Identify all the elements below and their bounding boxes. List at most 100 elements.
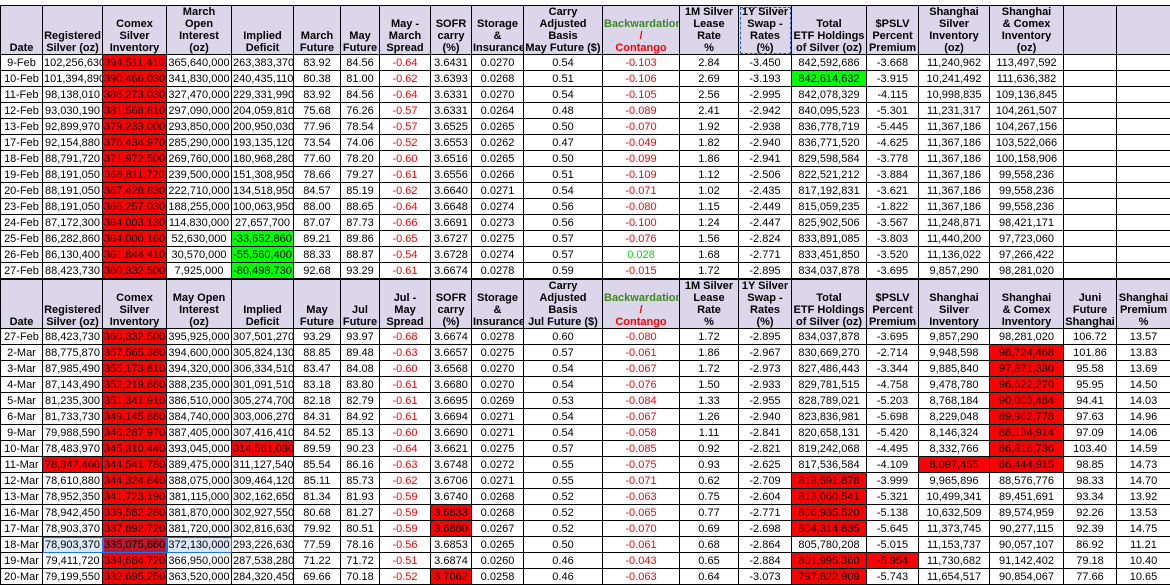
cell-comex-inventory[interactable]: 344,324,840 [103,473,167,489]
cell-storage-insurance[interactable]: 0.0267 [472,521,524,537]
cell-registered-silver[interactable]: 101,394,890 [43,71,103,87]
cell-shanghai-inventory[interactable]: 10,241,492 [919,71,990,87]
cell-lease-rate-1m[interactable]: 0.62 [680,473,739,489]
column-header-lease-rate-1m[interactable]: 1M Silver Lease Rate % [680,280,739,329]
cell-swap-rate-1y[interactable]: -2.933 [739,377,792,393]
cell-pslv-premium[interactable]: -1.822 [867,199,919,215]
cell-front-future[interactable]: 92.68 [294,263,341,279]
cell-open-interest[interactable]: 366,950,000 [167,553,232,569]
cell-juni-future-shanghai[interactable] [1064,71,1117,87]
cell-shanghai-premium[interactable]: 10.65 [1117,569,1170,585]
column-header-open-interest[interactable]: March Open Interest (oz) [167,6,232,55]
cell-comex-inventory[interactable]: 371,972,500 [103,151,167,167]
cell-pslv-premium[interactable]: -3.567 [867,215,919,231]
cell-date[interactable]: 27-Feb [1,263,43,279]
cell-storage-insurance[interactable]: 0.0262 [472,135,524,151]
cell-implied-deficit[interactable]: 301,091,510 [232,377,294,393]
cell-backwardation-contango[interactable]: -0.076 [603,231,680,247]
cell-spread[interactable]: -0.61 [380,167,431,183]
cell-carry-adjusted-basis[interactable]: 0.50 [524,151,603,167]
cell-shanghai-comex-inventory[interactable]: 89,962,778 [990,409,1064,425]
column-header-implied-deficit[interactable]: Implied Deficit [232,6,294,55]
column-header-spread[interactable]: Jul - May Spread [380,280,431,329]
cell-open-interest[interactable]: 30,570,000 [167,247,232,263]
cell-backwardation-contango[interactable]: -0.099 [603,151,680,167]
cell-open-interest[interactable]: 269,760,000 [167,151,232,167]
column-header-juni-future-shanghai[interactable]: Juni Future Shanghai [1064,280,1117,329]
cell-comex-inventory[interactable]: 355,173,810 [103,361,167,377]
cell-spread[interactable]: -0.52 [380,569,431,585]
cell-next-future[interactable]: 78.20 [341,151,380,167]
cell-shanghai-premium[interactable]: 14.03 [1117,393,1170,409]
cell-etf-holdings[interactable]: 833,891,085 [792,231,867,247]
column-header-carry-adjusted-basis[interactable]: Carry Adjusted Basis May Future ($) [524,6,603,55]
column-header-sofr-carry[interactable]: SOFR carry (%) [431,280,472,329]
cell-next-future[interactable]: 81.93 [341,489,380,505]
cell-shanghai-inventory[interactable]: 11,367,186 [919,167,990,183]
cell-juni-future-shanghai[interactable] [1064,103,1117,119]
cell-pslv-premium[interactable]: -5.301 [867,103,919,119]
cell-spread[interactable]: -0.59 [380,505,431,521]
cell-spread[interactable]: -0.64 [380,55,431,71]
cell-lease-rate-1m[interactable]: 1.12 [680,167,739,183]
cell-shanghai-comex-inventory[interactable]: 96,622,270 [990,377,1064,393]
cell-date[interactable]: 17-Feb [1,135,43,151]
cell-backwardation-contango[interactable]: -0.100 [603,215,680,231]
cell-date[interactable]: 5-Mar [1,393,43,409]
cell-carry-adjusted-basis[interactable]: 0.54 [524,55,603,71]
cell-etf-holdings[interactable]: 828,789,021 [792,393,867,409]
cell-next-future[interactable]: 78.54 [341,119,380,135]
cell-lease-rate-1m[interactable]: 2.41 [680,103,739,119]
cell-pslv-premium[interactable]: -3.621 [867,183,919,199]
cell-backwardation-contango[interactable]: -0.084 [603,393,680,409]
cell-date[interactable]: 17-Mar [1,521,43,537]
cell-storage-insurance[interactable]: 0.0265 [472,151,524,167]
cell-shanghai-inventory[interactable]: 8,146,324 [919,425,990,441]
cell-implied-deficit[interactable]: 287,538,280 [232,553,294,569]
cell-date[interactable]: 20-Feb [1,183,43,199]
cell-backwardation-contango[interactable]: -0.076 [603,377,680,393]
cell-juni-future-shanghai[interactable]: 79.18 [1064,553,1117,569]
column-header-shanghai-premium[interactable] [1117,6,1170,55]
cell-shanghai-premium[interactable]: 14.06 [1117,425,1170,441]
cell-shanghai-comex-inventory[interactable]: 109,136,845 [990,87,1064,103]
cell-storage-insurance[interactable]: 0.0268 [472,489,524,505]
cell-swap-rate-1y[interactable]: -2.435 [739,183,792,199]
cell-spread[interactable]: -0.61 [380,409,431,425]
cell-carry-adjusted-basis[interactable]: 0.54 [524,425,603,441]
cell-swap-rate-1y[interactable]: -2.940 [739,135,792,151]
cell-lease-rate-1m[interactable]: 1.72 [680,329,739,345]
cell-front-future[interactable]: 80.68 [294,505,341,521]
cell-next-future[interactable]: 78.16 [341,537,380,553]
cell-carry-adjusted-basis[interactable]: 0.51 [524,167,603,183]
cell-open-interest[interactable]: 365,640,000 [167,55,232,71]
cell-shanghai-inventory[interactable]: 11,367,186 [919,151,990,167]
cell-open-interest[interactable]: 7,925,000 [167,263,232,279]
cell-comex-inventory[interactable]: 345,310,440 [103,441,167,457]
cell-shanghai-comex-inventory[interactable]: 89,451,691 [990,489,1064,505]
cell-next-future[interactable]: 74.06 [341,135,380,151]
cell-comex-inventory[interactable]: 346,287,970 [103,425,167,441]
cell-pslv-premium[interactable]: -4.495 [867,441,919,457]
cell-next-future[interactable]: 85.19 [341,183,380,199]
cell-lease-rate-1m[interactable]: 1.11 [680,425,739,441]
cell-backwardation-contango[interactable]: -0.061 [603,537,680,553]
cell-spread[interactable]: -0.68 [380,329,431,345]
cell-shanghai-inventory[interactable]: 9,948,598 [919,345,990,361]
cell-spread[interactable]: -0.60 [380,361,431,377]
cell-open-interest[interactable]: 384,740,000 [167,409,232,425]
cell-shanghai-premium[interactable] [1117,199,1170,215]
column-header-juni-future-shanghai[interactable] [1064,6,1117,55]
cell-shanghai-inventory[interactable]: 10,998,835 [919,87,990,103]
cell-juni-future-shanghai[interactable]: 95.95 [1064,377,1117,393]
cell-comex-inventory[interactable]: 352,219,880 [103,377,167,393]
cell-front-future[interactable]: 89.59 [294,441,341,457]
cell-sofr-carry[interactable]: 3.6431 [431,55,472,71]
cell-shanghai-comex-inventory[interactable]: 86,816,736 [990,441,1064,457]
cell-registered-silver[interactable]: 92,154,880 [43,135,103,151]
cell-shanghai-comex-inventory[interactable]: 98,281,020 [990,329,1064,345]
column-header-backwardation-contango[interactable]: Backwardation/Contango [603,280,680,329]
cell-shanghai-premium[interactable]: 14.50 [1117,377,1170,393]
cell-storage-insurance[interactable]: 0.0266 [472,167,524,183]
cell-swap-rate-1y[interactable]: -2.895 [739,329,792,345]
